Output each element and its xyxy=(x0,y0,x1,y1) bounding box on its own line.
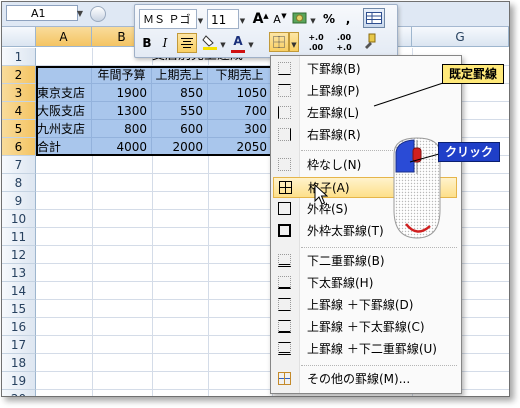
callout-default-borders: 既定罫線 xyxy=(442,64,505,84)
callout-leader-lines xyxy=(373,81,447,163)
excel-window: A1 ▼ A B C D G 1 2 3 4 5 6 7 8 9 10 11 1… xyxy=(1,1,510,397)
callout-click: クリック xyxy=(438,142,501,162)
